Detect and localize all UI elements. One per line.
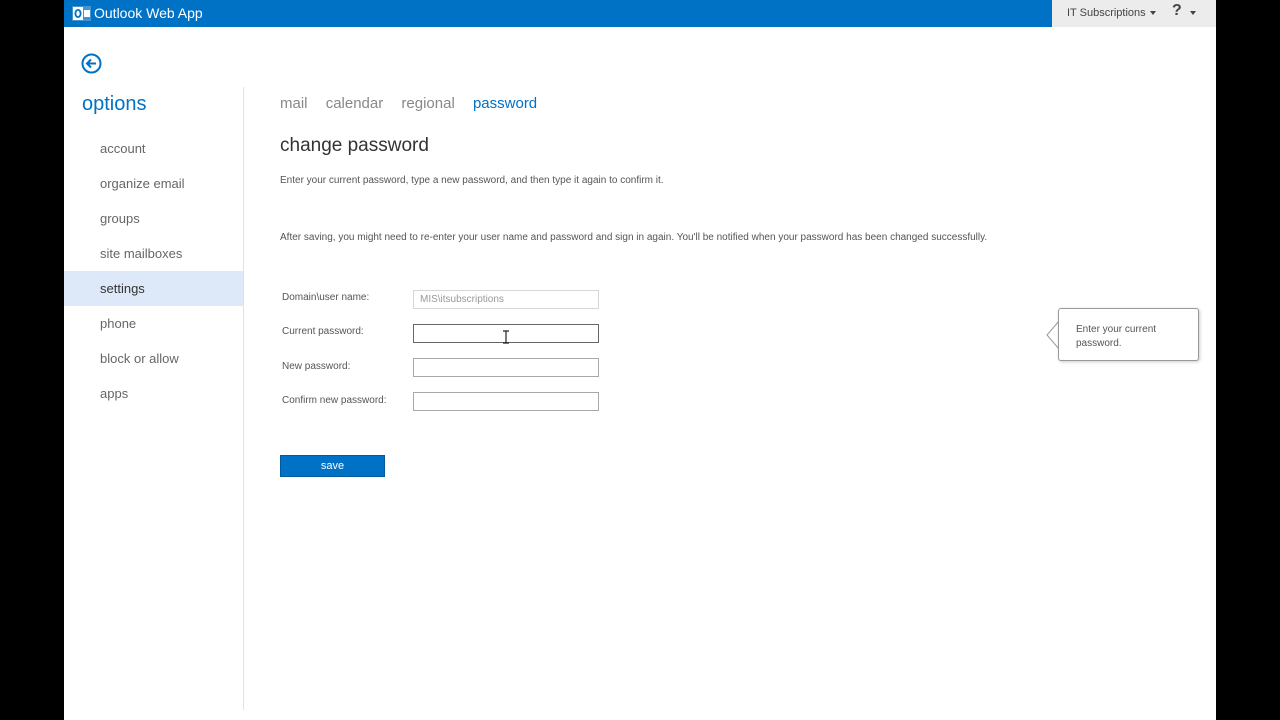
chevron-down-icon[interactable] — [1190, 11, 1196, 15]
outlook-logo-icon[interactable] — [72, 4, 91, 23]
notice-text: After saving, you might need to re-enter… — [280, 232, 988, 243]
save-button[interactable]: save — [280, 455, 385, 477]
confirm-password-label: Confirm new password: — [282, 395, 387, 406]
sidebar-item-block-or-allow[interactable]: block or allow — [64, 341, 243, 376]
top-bar: Outlook Web App IT Subscriptions ? — [64, 0, 1216, 27]
sidebar-item-settings[interactable]: settings — [64, 271, 243, 306]
confirm-password-input[interactable] — [413, 392, 599, 411]
domain-user-field — [413, 290, 599, 309]
back-arrow-icon[interactable] — [81, 53, 102, 74]
tab-mail[interactable]: mail — [280, 95, 308, 112]
tab-regional[interactable]: regional — [401, 95, 454, 112]
current-password-input[interactable] — [413, 324, 599, 343]
settings-tabs: mail calendar regional password — [280, 95, 551, 112]
current-password-label: Current password: — [282, 326, 364, 337]
user-area: IT Subscriptions ? — [1052, 0, 1216, 27]
tooltip-text: Enter your current password. — [1076, 324, 1157, 349]
instructions-text: Enter your current password, type a new … — [280, 175, 664, 186]
password-tooltip: Enter your current password. — [1058, 308, 1199, 361]
options-title: options — [82, 93, 147, 115]
page-title: change password — [280, 135, 429, 156]
sidebar-item-apps[interactable]: apps — [64, 376, 243, 411]
owa-app: Outlook Web App IT Subscriptions ? optio… — [64, 0, 1216, 720]
sidebar-item-account[interactable]: account — [64, 131, 243, 166]
help-icon[interactable]: ? — [1172, 2, 1182, 20]
app-title[interactable]: Outlook Web App — [94, 5, 203, 21]
tab-calendar[interactable]: calendar — [326, 95, 384, 112]
sidebar-item-site-mailboxes[interactable]: site mailboxes — [64, 236, 243, 271]
sidebar-item-organize-email[interactable]: organize email — [64, 166, 243, 201]
new-password-input[interactable] — [413, 358, 599, 377]
chevron-down-icon[interactable] — [1150, 11, 1156, 15]
new-password-label: New password: — [282, 361, 351, 372]
sidebar-item-groups[interactable]: groups — [64, 201, 243, 236]
tab-password[interactable]: password — [473, 95, 537, 112]
domain-user-label: Domain\user name: — [282, 292, 370, 303]
sidebar-divider — [243, 87, 244, 710]
user-name-button[interactable]: IT Subscriptions — [1067, 7, 1146, 19]
options-nav: account organize email groups site mailb… — [64, 131, 243, 411]
sidebar-item-phone[interactable]: phone — [64, 306, 243, 341]
